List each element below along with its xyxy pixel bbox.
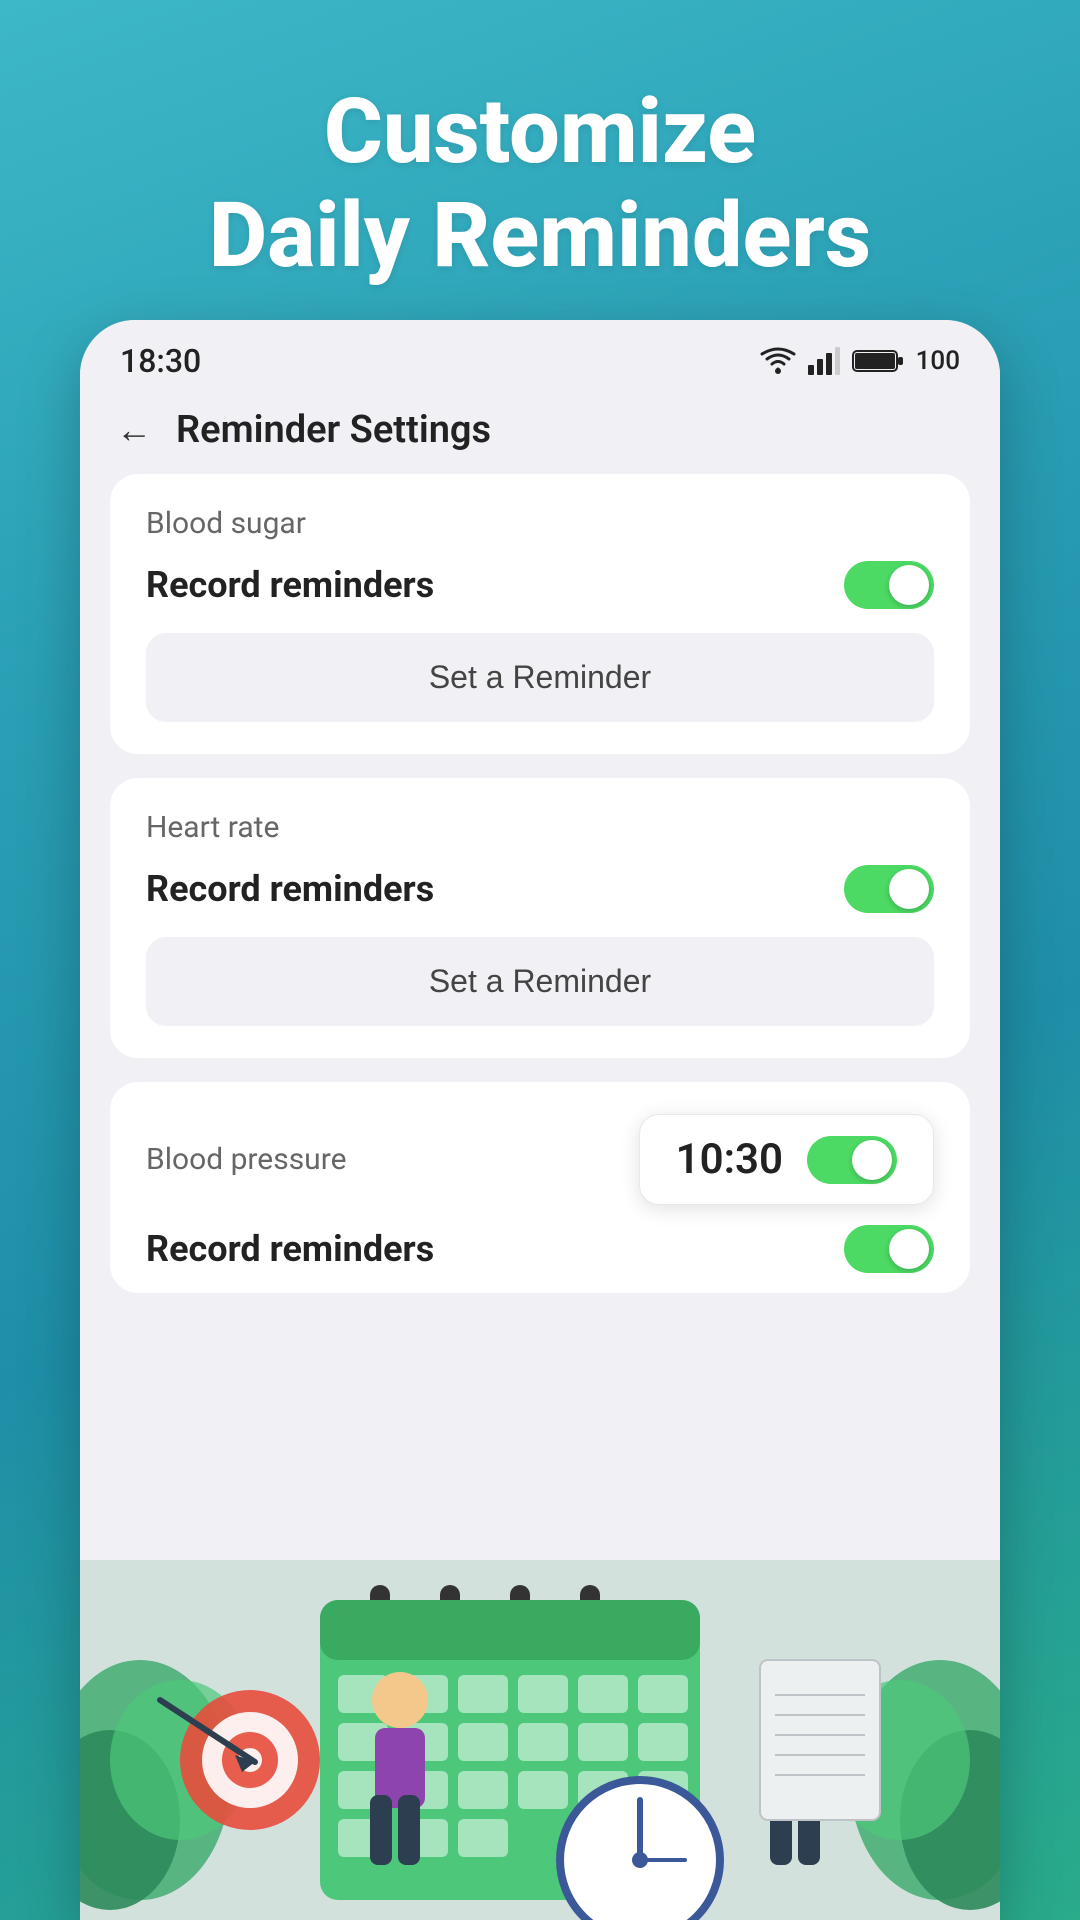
tooltip-time: 10:30 <box>676 1135 783 1184</box>
back-button[interactable]: ← <box>116 409 152 451</box>
phone-mockup: 18:30 100 <box>80 320 1000 1920</box>
illustration-svg <box>80 1500 1000 1920</box>
battery-text: 100 <box>916 346 960 376</box>
heart-rate-record-row: Record reminders <box>146 865 934 913</box>
blood-pressure-category: Blood pressure <box>146 1142 347 1177</box>
status-bar: 18:30 100 <box>80 320 1000 390</box>
blood-pressure-card: Blood pressure 10:30 Record reminders <box>110 1082 970 1293</box>
header-line1: Customize <box>324 79 756 184</box>
status-icons: 100 <box>760 346 960 376</box>
status-time: 18:30 <box>120 342 201 380</box>
battery-icon <box>852 348 904 374</box>
wifi-icon <box>760 347 796 375</box>
blood-sugar-record-row: Record reminders <box>146 561 934 609</box>
blood-sugar-toggle[interactable] <box>844 561 934 609</box>
blood-pressure-toggle[interactable] <box>844 1225 934 1273</box>
blood-sugar-card: Blood sugar Record reminders Set a Remin… <box>110 474 970 754</box>
nav-title: Reminder Settings <box>176 408 491 452</box>
heart-rate-set-reminder-button[interactable]: Set a Reminder <box>146 937 934 1026</box>
signal-icon <box>808 347 840 375</box>
header-section: Customize Daily Reminders <box>0 0 1080 327</box>
illustration-area <box>80 1500 1000 1920</box>
content-area: Blood sugar Record reminders Set a Remin… <box>80 474 1000 1293</box>
blood-pressure-top-row: Blood pressure 10:30 <box>146 1114 934 1205</box>
blood-pressure-record-row: Record reminders <box>146 1225 934 1273</box>
blood-sugar-record-label: Record reminders <box>146 564 434 606</box>
time-tooltip: 10:30 <box>639 1114 934 1205</box>
heart-rate-category: Heart rate <box>146 810 934 845</box>
heart-rate-record-label: Record reminders <box>146 868 434 910</box>
blood-sugar-category: Blood sugar <box>146 506 934 541</box>
blood-pressure-record-label: Record reminders <box>146 1228 434 1270</box>
heart-rate-toggle[interactable] <box>844 865 934 913</box>
blood-pressure-toggle-tooltip[interactable] <box>807 1136 897 1184</box>
heart-rate-card: Heart rate Record reminders Set a Remind… <box>110 778 970 1058</box>
header-line2: Daily Reminders <box>209 183 871 288</box>
nav-bar: ← Reminder Settings <box>80 390 1000 474</box>
blood-sugar-set-reminder-button[interactable]: Set a Reminder <box>146 633 934 722</box>
